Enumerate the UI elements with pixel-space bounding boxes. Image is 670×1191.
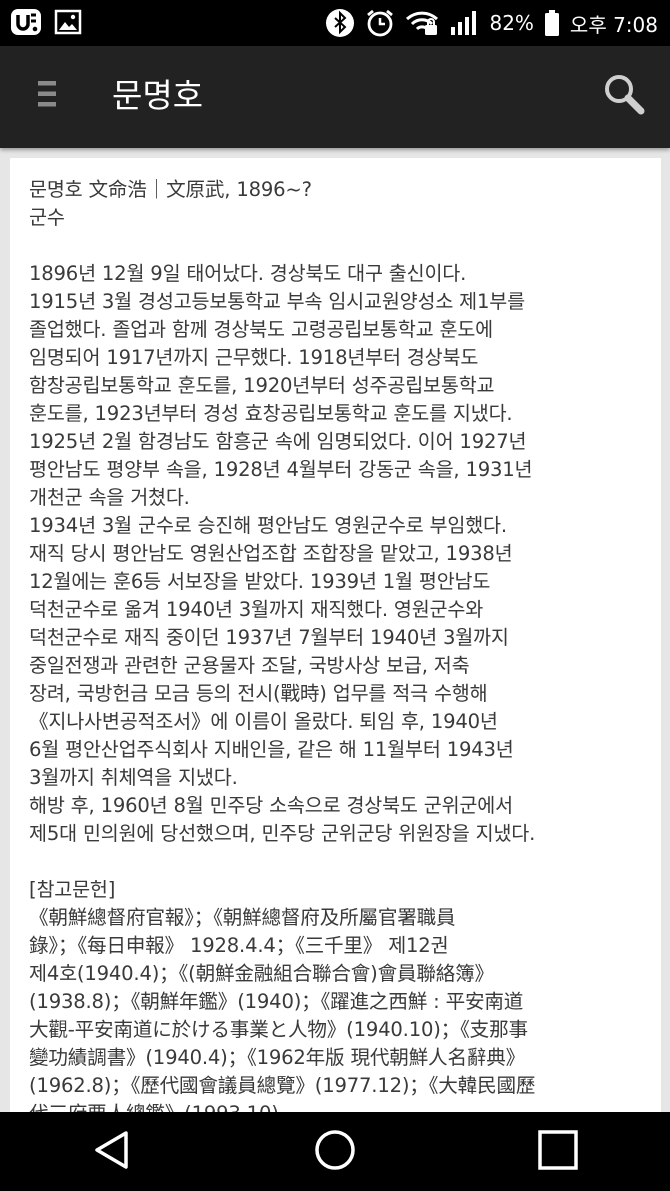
home-icon — [313, 1128, 357, 1176]
article-heading: 문명호 文命浩｜文原武, 1896~? — [29, 178, 312, 201]
article-body-line: 임명되어 1917년까지 근무했다. 1918년부터 경상북도 — [29, 346, 479, 369]
alarm-icon — [365, 8, 395, 38]
menu-icon — [36, 79, 58, 113]
back-icon — [92, 1129, 132, 1175]
article-body-line: 덕천군수로 옮겨 1940년 3월까지 재직했다. 영원군수와 — [29, 598, 484, 621]
reference-line: 大觀-平安南道に於ける事業と人物》(1940.10)；《支那事 — [29, 1018, 528, 1041]
home-button[interactable] — [285, 1112, 385, 1191]
status-right-icons: 82% 오후 7:08 — [325, 0, 658, 46]
reference-line: (1962.8)；《歷代國會議員總覽》(1977.12)；《大韓民國歷 — [29, 1074, 536, 1097]
references-list: 《朝鮮總督府官報》；《朝鮮總督府及所屬官署職員 錄》；《每日申報》 1928.4.… — [29, 904, 649, 1112]
article-body-line: 평안남도 평양부 속을, 1928년 4월부터 강동군 속을, 1931년 — [29, 458, 533, 481]
article-body-line: 재직 당시 평안남도 영원산업조합 조합장을 맡았고, 1938년 — [29, 542, 513, 565]
recents-button[interactable] — [508, 1112, 608, 1191]
article-body-line: 해방 후, 1960년 8월 민주당 소속으로 경상북도 군위군에서 — [29, 794, 513, 817]
reference-line: (1938.8)；《朝鮮年鑑》(1940)；《躍進之西鮮 : 平安南道 — [29, 990, 524, 1013]
reference-line: 變功績調書》(1940.4)；《1962年版 現代朝鮮人名辭典》 — [29, 1046, 526, 1069]
article-body-line: 덕천군수로 재직 중이던 1937년 7월부터 1940년 3월까지 — [29, 626, 509, 649]
reference-line: 제4호(1940.4)；《(朝鮮金融組合聯合會)會員聯絡簿》 — [29, 962, 494, 985]
bluetooth-icon — [325, 8, 355, 38]
article-body-line: 《지나사변공적조서》에 이름이 올랐다. 퇴임 후, 1940년 — [29, 710, 498, 733]
article-body-line: 개천군 속을 거쳤다. — [29, 486, 190, 509]
article-subheading: 군수 — [29, 206, 65, 229]
article-body-line: 1934년 3월 군수로 승진해 평안남도 영원군수로 부임했다. — [29, 514, 507, 537]
wifi-icon — [405, 9, 439, 37]
article-content: 문명호 文命浩｜文原武, 1896~? 군수 1896년 12월 9일 태어났다… — [29, 176, 649, 1112]
battery-icon — [544, 9, 560, 37]
article-body-line: 중일전쟁과 관련한 군용물자 조달, 국방사상 보급, 저축 — [29, 654, 470, 677]
article-body-line: 제5대 민의원에 당선했으며, 민주당 군위군당 위원장을 지냈다. — [29, 822, 536, 845]
article-body-line: 6월 평안산업주식회사 지배인을, 같은 해 11월부터 1943년 — [29, 738, 514, 761]
reference-line: 錄》；《每日申報》 1928.4.4；《三千里》 제12권 — [29, 934, 449, 957]
article-body-line: 12월에는 훈6등 서보장을 받았다. 1939년 1월 평안남도 — [29, 570, 491, 593]
reference-line: 《朝鮮總督府官報》；《朝鮮總督府及所屬官署職員 — [29, 906, 456, 929]
article-card[interactable]: 문명호 文命浩｜文原武, 1896~? 군수 1896년 12월 9일 태어났다… — [10, 158, 661, 1112]
article-body: 1896년 12월 9일 태어났다. 경상북도 대구 출신이다. 1915년 3월… — [29, 260, 649, 848]
status-left-icons — [10, 8, 82, 36]
gallery-icon — [54, 8, 82, 36]
article-body-line: 3월까지 취체역을 지냈다. — [29, 766, 238, 789]
article-body-line: 1896년 12월 9일 태어났다. 경상북도 대구 출신이다. — [29, 262, 467, 285]
references-heading: [참고문헌] — [29, 878, 116, 901]
navigation-bar — [0, 1112, 670, 1191]
menu-button[interactable] — [22, 70, 72, 122]
app-bar: 문명호 — [0, 46, 670, 148]
status-time: 오후 7:08 — [569, 12, 658, 37]
article-body-line: 장려, 국방헌금 모금 등의 전시(戰時) 업무를 적극 수행해 — [29, 682, 488, 705]
search-button[interactable] — [596, 68, 652, 124]
back-button[interactable] — [62, 1112, 162, 1191]
screen: 82% 오후 7:08 문명호 문명호 文命浩｜文原武, 1896~? 군수 1… — [0, 0, 670, 1191]
page-title: 문명호 — [112, 76, 204, 115]
article-body-line: 1925년 2월 함경남도 함흥군 속에 임명되었다. 이어 1927년 — [29, 430, 527, 453]
battery-percent: 82% — [489, 11, 534, 35]
article-body-line: 1915년 3월 경성고등보통학교 부속 임시교원양성소 제1부를 — [29, 290, 525, 313]
article-body-line: 졸업했다. 졸업과 함께 경상북도 고령공립보통학교 훈도에 — [29, 318, 493, 341]
status-bar: 82% 오후 7:08 — [0, 0, 670, 46]
article-body-line: 훈도를, 1923년부터 경성 효창공립보통학교 훈도를 지냈다. — [29, 402, 513, 425]
signal-icon — [449, 9, 479, 37]
recents-icon — [537, 1129, 579, 1175]
search-icon — [602, 72, 646, 120]
reference-line: 代三府要人總鑑》(1993.10) — [29, 1100, 649, 1112]
carrier-app-icon — [10, 8, 42, 36]
article-body-line: 함창공립보통학교 훈도를, 1920년부터 성주공립보통학교 — [29, 374, 495, 397]
